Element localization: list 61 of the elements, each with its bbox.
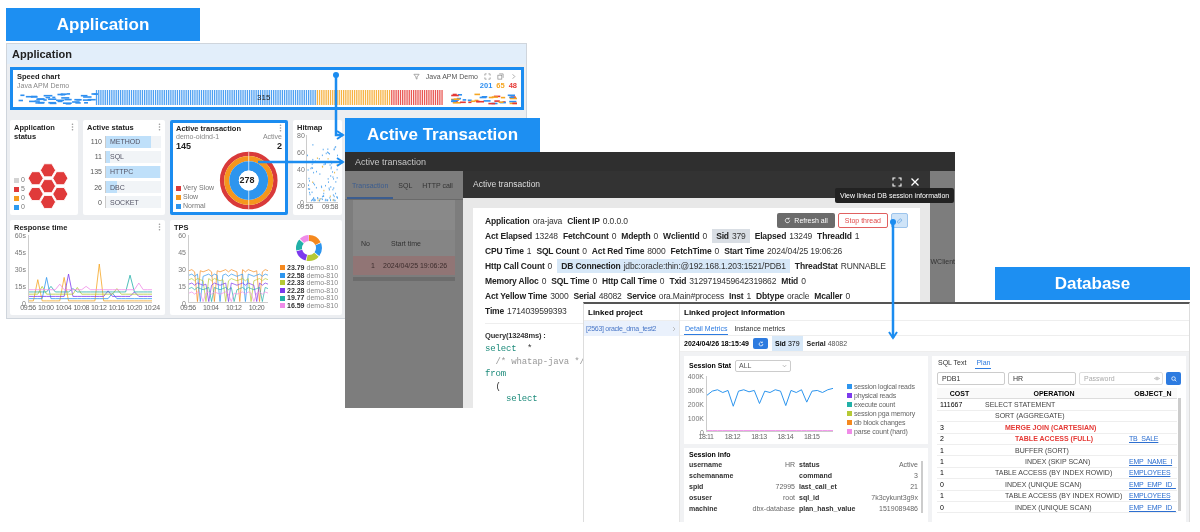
close-icon[interactable]: [910, 177, 920, 187]
detail-field: SQL Time 0: [551, 275, 597, 286]
detail-field: Start Time 2024/04/25 19:06:26: [724, 245, 843, 256]
detail-field: Time 1714039599393: [485, 305, 567, 316]
chevron-down-icon: [782, 363, 787, 368]
detail-field: Memory Alloc 0: [485, 275, 547, 286]
agent-count: 145: [176, 141, 192, 151]
refresh-icon: [784, 217, 792, 224]
detail-field: Mdepth 0: [621, 230, 659, 241]
detail-field: Http Call Time 0: [601, 275, 665, 286]
panel-title: Linked project information: [680, 304, 1189, 321]
refresh-button[interactable]: [753, 338, 768, 349]
search-button[interactable]: [1166, 372, 1181, 385]
callout-label: Active Transaction: [345, 118, 540, 152]
refresh-icon: [757, 340, 764, 347]
fullscreen-icon[interactable]: [892, 177, 902, 187]
detail-field: Elapsed 13249: [754, 230, 813, 241]
detail-field: Sid 379: [712, 228, 750, 243]
hexagon-cluster-drawing: [25, 162, 70, 212]
detail-field: DB Connection jdbc:oracle:thin:@192.168.1.203:1521/PDB1: [557, 258, 790, 273]
search-icon: [1170, 375, 1177, 382]
detail-field: Act Yellow Time 3000: [485, 290, 569, 301]
detail-field: ThreadId 1: [817, 230, 860, 241]
detail-field: SQL Count 0: [536, 245, 587, 256]
detail-field: Client IP 0.0.0.0: [567, 215, 628, 226]
eye-icon: [1154, 376, 1160, 381]
detail-field: Serial 48082: [573, 290, 622, 301]
window-title: Active transaction: [345, 152, 955, 171]
detail-field: FetchTime 0: [670, 245, 720, 256]
link-icon: [896, 216, 903, 225]
detail-field: Mcaller 0: [814, 290, 851, 301]
detail-field: Mtid 0: [781, 275, 806, 286]
active-count: 2: [277, 141, 282, 151]
detail-field: Act Elapsed 13248: [485, 230, 558, 241]
expand-icon: [484, 72, 491, 80]
callout-label: Database: [995, 267, 1190, 300]
detail-field: Txid 3129719459642319862: [669, 275, 777, 286]
more-icon: [279, 124, 282, 132]
chevron-right-icon: [510, 72, 517, 80]
detail-field: Inst 1: [729, 290, 752, 301]
detail-field: WclientId 0: [663, 230, 708, 241]
detail-field: Service ora.Main#process: [626, 290, 724, 301]
callout-label: Application: [6, 8, 200, 41]
dialog-title: Active transaction: [473, 178, 542, 189]
detail-field: CPU Time 1: [485, 245, 532, 256]
detail-field: FetchCount 0: [562, 230, 617, 241]
panel-header: Application: [7, 44, 526, 64]
more-icon: [71, 123, 74, 131]
detail-field: Http Call Count 0: [485, 260, 553, 271]
chevron-right-icon: [672, 325, 676, 332]
more-icon: [158, 123, 161, 131]
copy-icon: [497, 72, 504, 80]
more-icon: [158, 223, 161, 231]
filter-icon: [412, 72, 420, 80]
detail-field: ThreadStat RUNNABLE: [794, 260, 886, 271]
detail-field: Dbtype oracle: [756, 290, 810, 301]
detail-field: Act Red Time 8000: [591, 245, 666, 256]
transaction-total: 278: [238, 175, 256, 185]
total-count: 315: [257, 93, 271, 102]
detail-field: Application ora-java: [485, 215, 563, 226]
donut-chart-drawing: [295, 234, 323, 262]
